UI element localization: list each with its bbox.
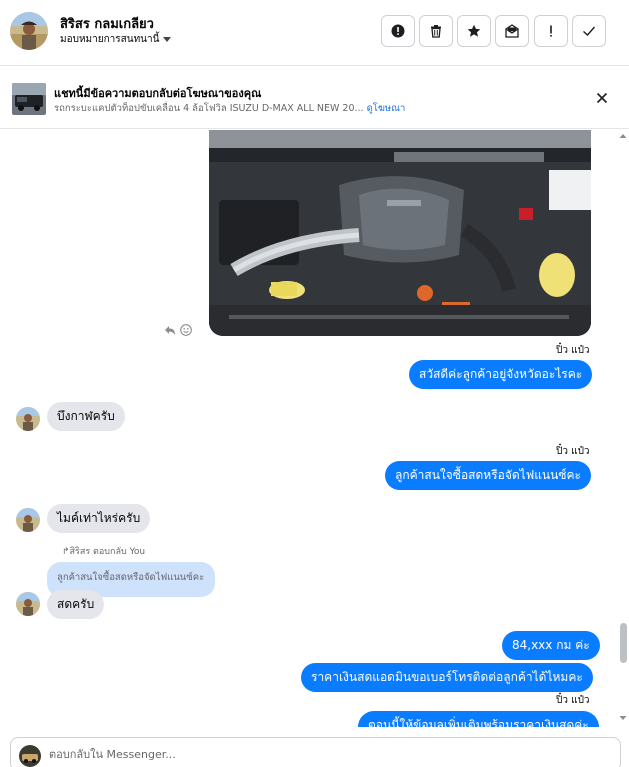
mark-unread-button[interactable]: [534, 15, 568, 47]
ad-banner-title: แชทนี้มีข้อความตอบกลับต่อโฆษณาของคุณ: [54, 87, 262, 100]
scroll-up-icon[interactable]: [619, 132, 627, 140]
incoming-message[interactable]: สดครับ: [47, 590, 105, 619]
contact-avatar-small: [16, 407, 40, 431]
delete-button[interactable]: [419, 15, 453, 47]
outgoing-message[interactable]: ราคาเงินสดแอดมินขอเบอร์โทรติดต่อลูกค้าได…: [301, 663, 593, 692]
conversation-header: สิริสร กลมเกลียว มอบหมายการสนทนานี้: [0, 0, 629, 66]
ad-reply-banner: แชทนี้มีข้อความตอบกลับต่อโฆษณาของคุณ รถก…: [0, 67, 629, 129]
spam-icon: [391, 24, 405, 38]
exclamation-icon: [550, 25, 552, 37]
contact-avatar-small: [16, 508, 40, 532]
ad-thumbnail[interactable]: [12, 83, 46, 115]
reply-composer: [10, 737, 621, 767]
message-input[interactable]: [49, 743, 609, 765]
engine-photo-message[interactable]: [209, 130, 591, 336]
incoming-message[interactable]: ไมค์เท่าไหร่ครับ: [47, 504, 151, 533]
contact-avatar[interactable]: [10, 12, 48, 50]
caret-down-icon: [163, 37, 172, 42]
outgoing-message[interactable]: สวัสดีค่ะลูกค้าอยู่จังหวัดอะไรคะ: [409, 360, 593, 389]
contact-avatar-small: [16, 592, 40, 616]
close-icon: [596, 92, 608, 104]
outgoing-message[interactable]: ลูกค้าสนใจซื้อสดหรือจัดไฟแนนซ์คะ: [385, 461, 591, 490]
trash-icon: [431, 25, 441, 38]
message-actions: [164, 324, 192, 336]
reply-icon[interactable]: [164, 324, 176, 336]
star-button[interactable]: [457, 15, 491, 47]
scrollbar-thumb[interactable]: [620, 623, 627, 663]
reply-indicator: ↱สิริสร ตอบกลับ You: [62, 544, 145, 558]
star-icon: [467, 24, 481, 37]
close-banner-button[interactable]: [592, 88, 612, 108]
assign-conversation-dropdown[interactable]: มอบหมายการสนทนานี้: [60, 32, 172, 47]
check-icon: [583, 26, 596, 36]
ad-description: รถกระบะแคปตัวท็อปขับเคลื่อน 4 ล้อโฟวิล I…: [54, 103, 364, 114]
move-to-done-button[interactable]: [495, 15, 529, 47]
mark-done-button[interactable]: [572, 15, 606, 47]
outgoing-message-partial[interactable]: ตอนนี้ให้ข้อมูลเพิ่มเติมพร้อมราคาเงินสดค…: [358, 711, 599, 727]
emoji-icon[interactable]: [180, 324, 192, 336]
view-ad-link[interactable]: ดูโฆษณา: [367, 103, 406, 114]
sender-label: ปิ๋ว แป๋ว: [556, 695, 590, 706]
scroll-down-icon[interactable]: [619, 714, 627, 722]
mark-spam-button[interactable]: [381, 15, 415, 47]
page-avatar: [19, 745, 41, 767]
assign-label: มอบหมายการสนทนานี้: [60, 34, 160, 45]
reply-label-text: สิริสร ตอบกลับ You: [69, 547, 146, 557]
ad-banner-subtitle: รถกระบะแคปตัวท็อปขับเคลื่อน 4 ล้อโฟวิล I…: [54, 101, 405, 116]
sender-label: ปิ๋ว แป๋ว: [556, 446, 590, 457]
contact-name: สิริสร กลมเกลียว: [60, 17, 154, 32]
incoming-message[interactable]: บึงกาฬครับ: [47, 402, 125, 431]
move-icon: [505, 24, 519, 38]
sender-label: ปิ๋ว แป๋ว: [556, 345, 590, 356]
outgoing-message[interactable]: 84,xxx กม ค่ะ: [502, 631, 600, 660]
reply-arrow-icon: ↱: [62, 547, 70, 557]
